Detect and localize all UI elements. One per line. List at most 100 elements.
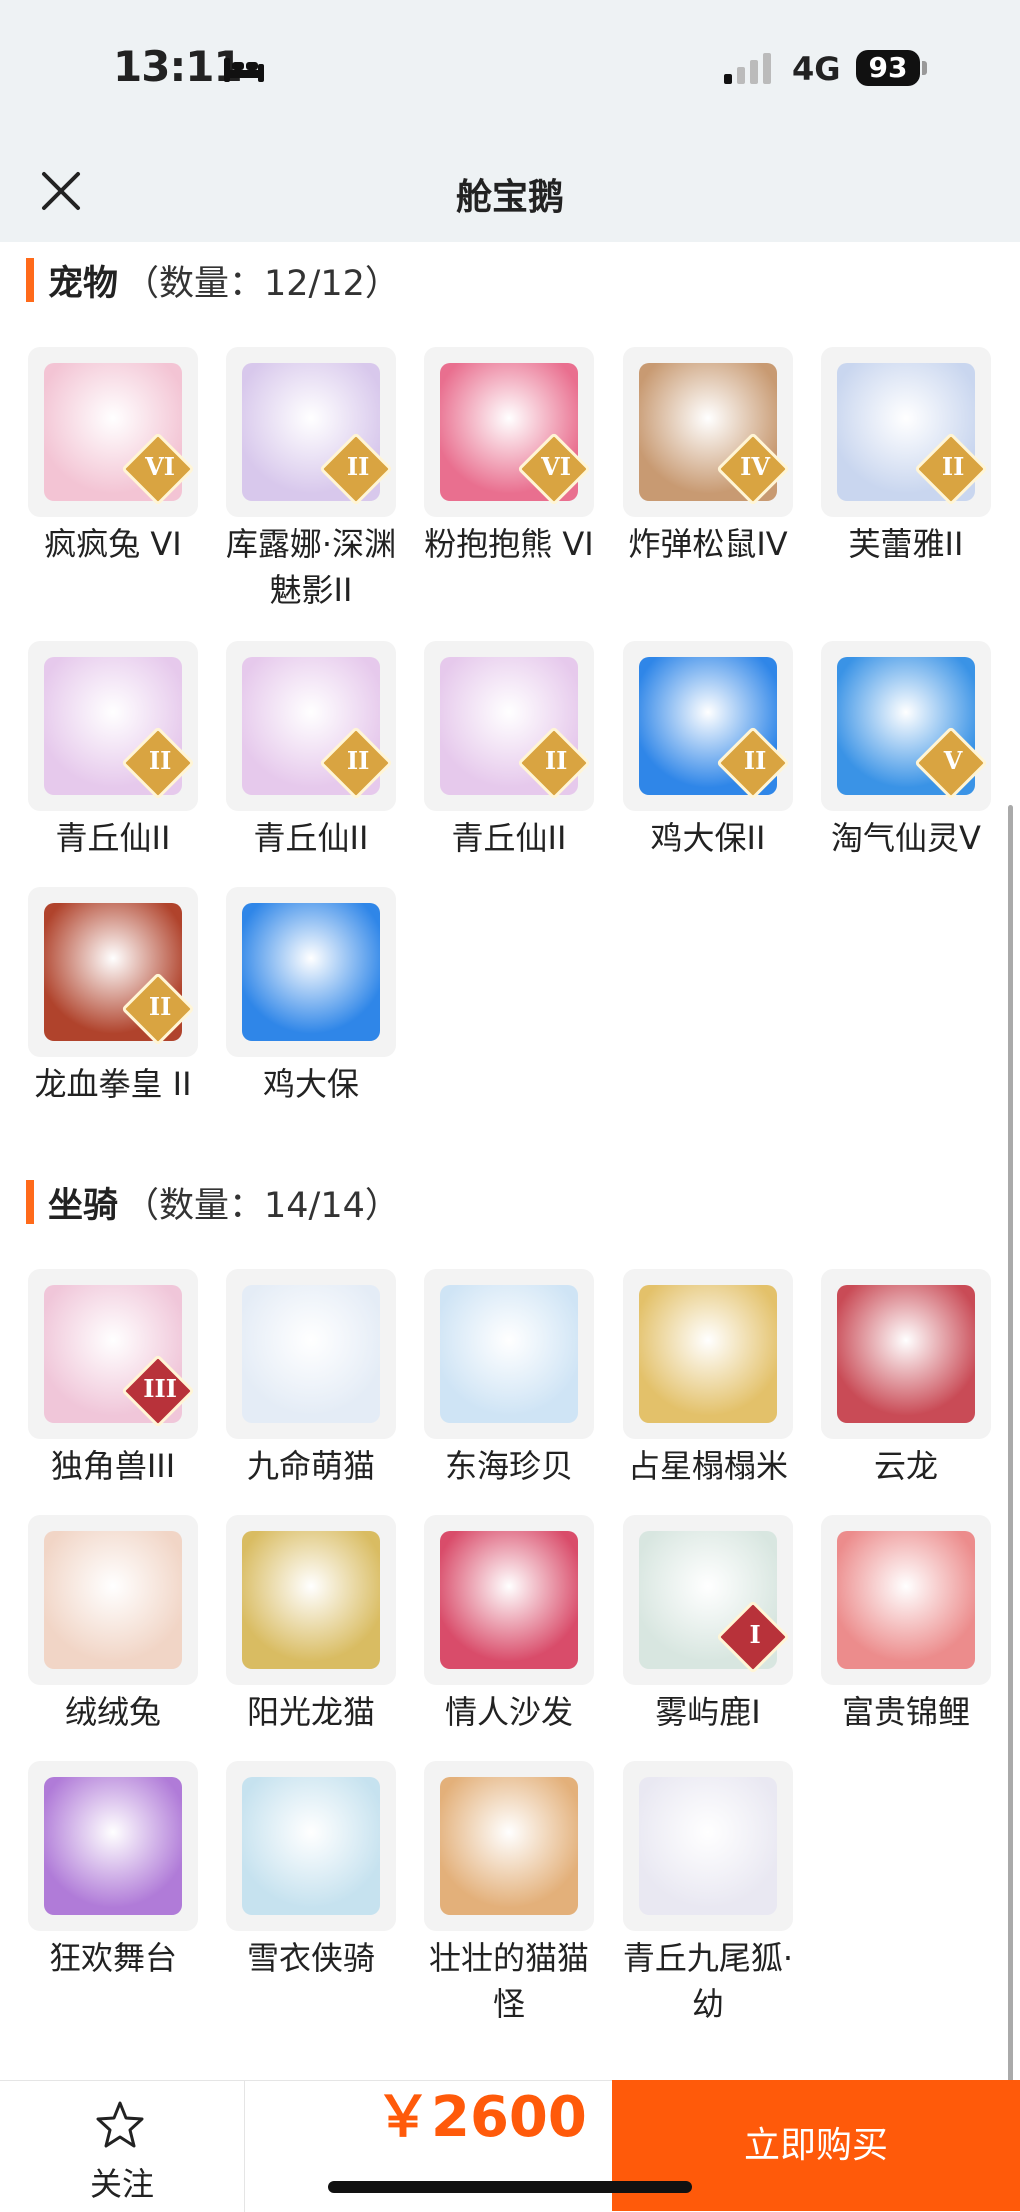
mounts-section-header: 坐骑 （数量：14/14） xyxy=(26,1178,400,1226)
tier-badge-text: V xyxy=(943,745,963,775)
grid-item[interactable]: 鸡大保 xyxy=(212,887,410,1107)
pets-section-header: 宠物 （数量：12/12） xyxy=(26,256,400,304)
grid-item[interactable]: I 雾屿鹿I xyxy=(609,1515,807,1735)
grid-item[interactable]: 壮壮的猫猫怪 xyxy=(410,1761,608,2027)
item-image xyxy=(242,1777,380,1915)
item-thumbnail xyxy=(623,1269,793,1439)
home-indicator xyxy=(328,2181,692,2193)
item-thumbnail: II xyxy=(821,347,991,517)
tier-badge-text: III xyxy=(143,1373,177,1403)
item-label: 青丘仙II xyxy=(451,819,567,857)
item-thumbnail: III xyxy=(28,1269,198,1439)
item-thumbnail xyxy=(226,887,396,1057)
mounts-section-title: 坐骑 xyxy=(48,1185,119,1226)
item-label: 雪衣侠骑 xyxy=(246,1939,375,1977)
grid-item[interactable]: 狂欢舞台 xyxy=(14,1761,212,1981)
grid-item[interactable]: II 鸡大保II xyxy=(609,641,807,861)
pets-section-count: （数量：12/12） xyxy=(124,263,400,304)
tier-badge-text: VI xyxy=(145,451,176,481)
scrollbar[interactable] xyxy=(1008,805,1013,2087)
tier-badge-text: VI xyxy=(541,451,572,481)
network-type: 4G xyxy=(792,50,841,88)
grid-item[interactable]: 情人沙发 xyxy=(410,1515,608,1735)
item-image xyxy=(242,903,380,1041)
grid-item[interactable]: II 龙血拳皇 II xyxy=(14,887,212,1107)
grid-item[interactable]: VI 疯疯兔 VI xyxy=(14,347,212,567)
grid-item[interactable]: 阳光龙猫 xyxy=(212,1515,410,1735)
tier-badge-text: II xyxy=(941,451,965,481)
item-thumbnail: II xyxy=(623,641,793,811)
grid-item[interactable]: V 淘气仙灵V xyxy=(807,641,1005,861)
item-thumbnail: II xyxy=(424,641,594,811)
item-thumbnail xyxy=(226,1515,396,1685)
item-label: 炸弹松鼠IV xyxy=(628,525,788,563)
mounts-section-count: （数量：14/14） xyxy=(124,1185,400,1226)
grid-item[interactable]: 雪衣侠骑 xyxy=(212,1761,410,1981)
grid-item[interactable]: 富贵锦鲤 xyxy=(807,1515,1005,1735)
tier-badge-text: IV xyxy=(740,451,771,481)
grid-item[interactable]: 青丘九尾狐·幼 xyxy=(609,1761,807,2027)
grid-item[interactable]: VI 粉抱抱熊 VI xyxy=(410,347,608,567)
item-thumbnail xyxy=(424,1515,594,1685)
item-label: 九命萌猫 xyxy=(246,1447,375,1485)
price-display: ￥2600 xyxy=(375,2085,587,2150)
item-label: 疯疯兔 VI xyxy=(44,525,182,563)
grid-item[interactable]: II 青丘仙II xyxy=(14,641,212,861)
item-image xyxy=(639,1285,777,1423)
grid-item[interactable]: 云龙 xyxy=(807,1269,1005,1489)
item-thumbnail: IV xyxy=(623,347,793,517)
item-thumbnail xyxy=(821,1269,991,1439)
item-thumbnail xyxy=(28,1515,198,1685)
item-thumbnail: II xyxy=(28,887,198,1057)
item-label: 鸡大保 xyxy=(262,1065,359,1103)
item-label: 粉抱抱熊 VI xyxy=(424,525,594,563)
item-image xyxy=(440,1777,578,1915)
item-thumbnail: V xyxy=(821,641,991,811)
item-label: 阳光龙猫 xyxy=(246,1693,375,1731)
item-image xyxy=(440,1285,578,1423)
item-thumbnail xyxy=(424,1761,594,1931)
item-label: 东海珍贝 xyxy=(444,1447,573,1485)
item-label: 龙血拳皇 II xyxy=(34,1065,192,1103)
grid-item[interactable]: 九命萌猫 xyxy=(212,1269,410,1489)
favorite-label: 关注 xyxy=(89,2165,154,2203)
tier-badge-text: II xyxy=(148,991,172,1021)
grid-item[interactable]: III 独角兽III xyxy=(14,1269,212,1489)
page-title: 舱宝鹅 xyxy=(455,177,564,218)
item-label: 狂欢舞台 xyxy=(48,1939,177,1977)
item-label: 情人沙发 xyxy=(444,1693,573,1731)
item-thumbnail xyxy=(623,1761,793,1931)
tier-badge-text: II xyxy=(346,451,370,481)
item-thumbnail xyxy=(226,1761,396,1931)
grid-item[interactable]: II 库露娜·深渊魅影II xyxy=(212,347,410,613)
item-thumbnail: II xyxy=(226,347,396,517)
item-label: 占星榻榻米 xyxy=(627,1447,788,1485)
section-accent-bar xyxy=(26,258,34,302)
tier-badge-text: II xyxy=(148,745,172,775)
favorite-button[interactable]: 关注 xyxy=(0,2081,245,2212)
item-label: 青丘仙II xyxy=(253,819,369,857)
item-thumbnail: II xyxy=(226,641,396,811)
item-label: 独角兽III xyxy=(50,1447,176,1485)
grid-item[interactable]: IV 炸弹松鼠IV xyxy=(609,347,807,567)
grid-item[interactable]: 占星榻榻米 xyxy=(609,1269,807,1489)
tier-badge-text: II xyxy=(346,745,370,775)
item-label: 青丘仙II xyxy=(55,819,171,857)
grid-item[interactable]: II 芙蕾雅II xyxy=(807,347,1005,567)
grid-item[interactable]: II 青丘仙II xyxy=(410,641,608,861)
item-thumbnail xyxy=(821,1515,991,1685)
battery-indicator: 93 xyxy=(856,50,920,86)
battery-nub xyxy=(922,61,927,75)
grid-item[interactable]: 绒绒兔 xyxy=(14,1515,212,1735)
star-icon xyxy=(96,2101,144,2148)
item-label: 雾屿鹿I xyxy=(655,1693,761,1731)
grid-item[interactable]: 东海珍贝 xyxy=(410,1269,608,1489)
item-image xyxy=(837,1531,975,1669)
item-thumbnail: II xyxy=(28,641,198,811)
grid-item[interactable]: II 青丘仙II xyxy=(212,641,410,861)
item-image xyxy=(44,1777,182,1915)
item-label: 绒绒兔 xyxy=(64,1693,161,1731)
item-image xyxy=(440,1531,578,1669)
item-thumbnail xyxy=(226,1269,396,1439)
item-image xyxy=(639,1777,777,1915)
